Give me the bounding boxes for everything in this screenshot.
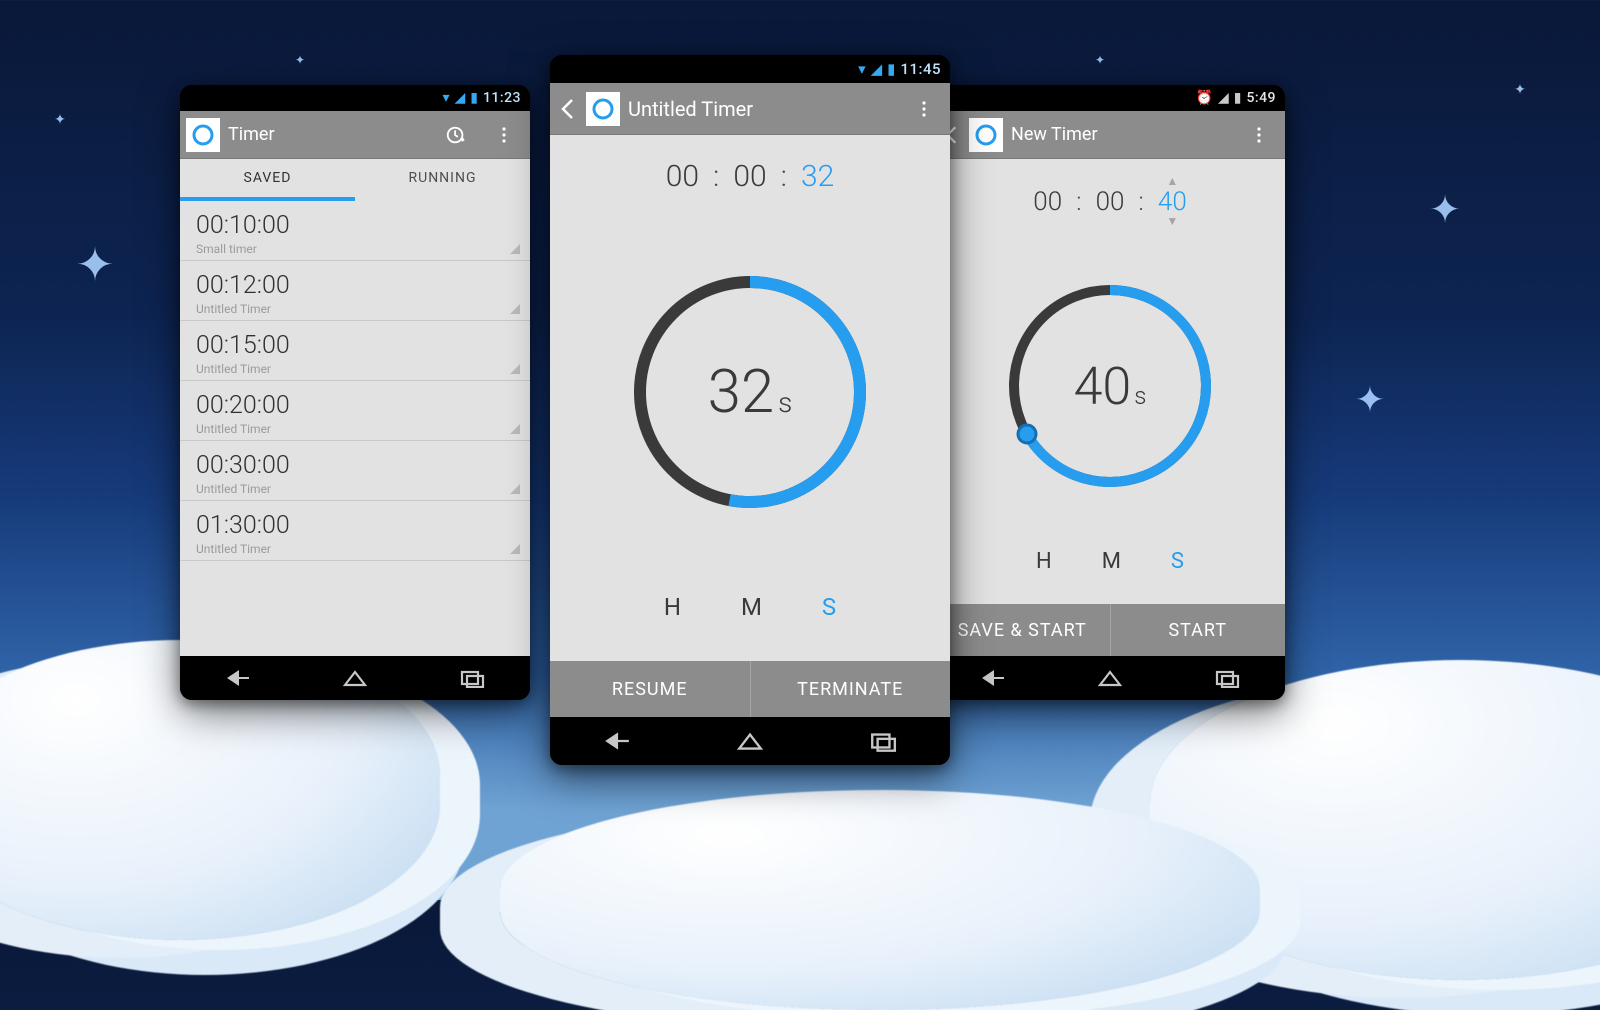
unit-selector: H M S bbox=[935, 537, 1285, 604]
list-item[interactable]: 00:12:00Untitled Timer bbox=[180, 261, 530, 321]
recent-icon[interactable] bbox=[459, 668, 485, 688]
app-title: Timer bbox=[228, 124, 428, 145]
home-icon[interactable] bbox=[342, 668, 368, 688]
increase-seconds-button[interactable]: ▲ bbox=[1166, 177, 1178, 187]
add-timer-button[interactable] bbox=[436, 115, 476, 155]
app-logo bbox=[586, 92, 620, 126]
action-bar: SAVE & START START bbox=[935, 604, 1285, 656]
unit-hours[interactable]: H bbox=[1036, 549, 1052, 574]
digit-seconds[interactable]: 40 bbox=[1158, 187, 1187, 217]
home-icon[interactable] bbox=[736, 730, 764, 752]
nav-bar bbox=[935, 656, 1285, 700]
app-bar: Timer bbox=[180, 111, 530, 159]
unit-seconds[interactable]: S bbox=[822, 593, 836, 621]
status-time: 5:49 bbox=[1246, 90, 1276, 106]
status-time: 11:23 bbox=[483, 90, 521, 106]
tab-saved[interactable]: SAVED bbox=[180, 159, 355, 201]
app-bar: New Timer bbox=[935, 111, 1285, 159]
unit-seconds[interactable]: S bbox=[1171, 549, 1184, 574]
recent-icon[interactable] bbox=[1214, 668, 1240, 688]
signal-icon: ◢ bbox=[871, 60, 883, 78]
status-bar: ▾ ◢ ▮ 11:23 bbox=[180, 85, 530, 111]
save-and-start-button[interactable]: SAVE & START bbox=[935, 604, 1110, 656]
phone-left: ▾ ◢ ▮ 11:23 Timer SAVED RUNNING 00:10:00… bbox=[180, 85, 530, 700]
list-item[interactable]: 00:30:00Untitled Timer bbox=[180, 441, 530, 501]
battery-icon: ▮ bbox=[470, 90, 478, 106]
resume-button[interactable]: RESUME bbox=[550, 661, 750, 717]
unit-selector: H M S bbox=[550, 581, 950, 661]
phone-right: ⏰ ◢ ▮ 5:49 New Timer 00 : 00 : ▲ 40 ▼ bbox=[935, 85, 1285, 700]
status-bar: ▾ ◢ ▮ 11:45 bbox=[550, 55, 950, 83]
time-digits: 00 : 00 : ▲ 40 ▼ bbox=[935, 159, 1285, 234]
overflow-menu-button[interactable] bbox=[904, 89, 944, 129]
unit-minutes[interactable]: M bbox=[741, 593, 762, 621]
signal-icon: ◢ bbox=[1218, 90, 1229, 106]
battery-icon: ▮ bbox=[1234, 90, 1242, 106]
decrease-seconds-button[interactable]: ▼ bbox=[1166, 217, 1178, 227]
wifi-icon: ▾ bbox=[858, 60, 866, 78]
terminate-button[interactable]: TERMINATE bbox=[750, 661, 951, 717]
nav-bar bbox=[550, 717, 950, 765]
unit-minutes[interactable]: M bbox=[1102, 549, 1121, 574]
back-icon[interactable] bbox=[603, 730, 631, 752]
progress-ring[interactable]: 40s bbox=[935, 234, 1285, 537]
wifi-icon: ▾ bbox=[442, 90, 449, 106]
saved-timer-list: 00:10:00Small timer 00:12:00Untitled Tim… bbox=[180, 201, 530, 656]
alarm-icon: ⏰ bbox=[1196, 90, 1213, 106]
app-title: Untitled Timer bbox=[628, 97, 896, 121]
unit-hours[interactable]: H bbox=[664, 593, 681, 621]
digit-minutes[interactable]: 00 bbox=[733, 159, 766, 194]
app-logo bbox=[969, 118, 1003, 152]
digit-hours[interactable]: 00 bbox=[1033, 187, 1062, 217]
back-button[interactable] bbox=[556, 89, 578, 129]
tab-bar: SAVED RUNNING bbox=[180, 159, 530, 201]
action-bar: RESUME TERMINATE bbox=[550, 661, 950, 717]
overflow-menu-button[interactable] bbox=[484, 115, 524, 155]
list-item[interactable]: 00:20:00Untitled Timer bbox=[180, 381, 530, 441]
signal-icon: ◢ bbox=[454, 90, 465, 106]
phone-center: ▾ ◢ ▮ 11:45 Untitled Timer 00 : 00 : 32 … bbox=[550, 55, 950, 765]
home-icon[interactable] bbox=[1097, 668, 1123, 688]
digit-seconds[interactable]: 32 bbox=[801, 159, 834, 194]
digit-minutes[interactable]: 00 bbox=[1096, 187, 1125, 217]
svg-text:40s: 40s bbox=[1074, 356, 1147, 417]
list-item[interactable]: 00:15:00Untitled Timer bbox=[180, 321, 530, 381]
digit-hours[interactable]: 00 bbox=[666, 159, 699, 194]
status-time: 11:45 bbox=[900, 60, 941, 78]
list-item[interactable]: 00:10:00Small timer bbox=[180, 201, 530, 261]
status-bar: ⏰ ◢ ▮ 5:49 bbox=[935, 85, 1285, 111]
svg-text:32s: 32s bbox=[708, 356, 793, 427]
time-digits: 00 : 00 : 32 bbox=[550, 135, 950, 202]
app-title: New Timer bbox=[1011, 124, 1231, 145]
recent-icon[interactable] bbox=[869, 730, 897, 752]
overflow-menu-button[interactable] bbox=[1239, 115, 1279, 155]
back-icon[interactable] bbox=[980, 668, 1006, 688]
progress-ring: 32s bbox=[550, 202, 950, 581]
nav-bar bbox=[180, 656, 530, 700]
battery-icon: ▮ bbox=[887, 60, 895, 78]
app-logo bbox=[186, 118, 220, 152]
list-item[interactable]: 01:30:00Untitled Timer bbox=[180, 501, 530, 561]
start-button[interactable]: START bbox=[1110, 604, 1286, 656]
back-icon[interactable] bbox=[225, 668, 251, 688]
tab-running[interactable]: RUNNING bbox=[355, 159, 530, 201]
app-bar: Untitled Timer bbox=[550, 83, 950, 135]
